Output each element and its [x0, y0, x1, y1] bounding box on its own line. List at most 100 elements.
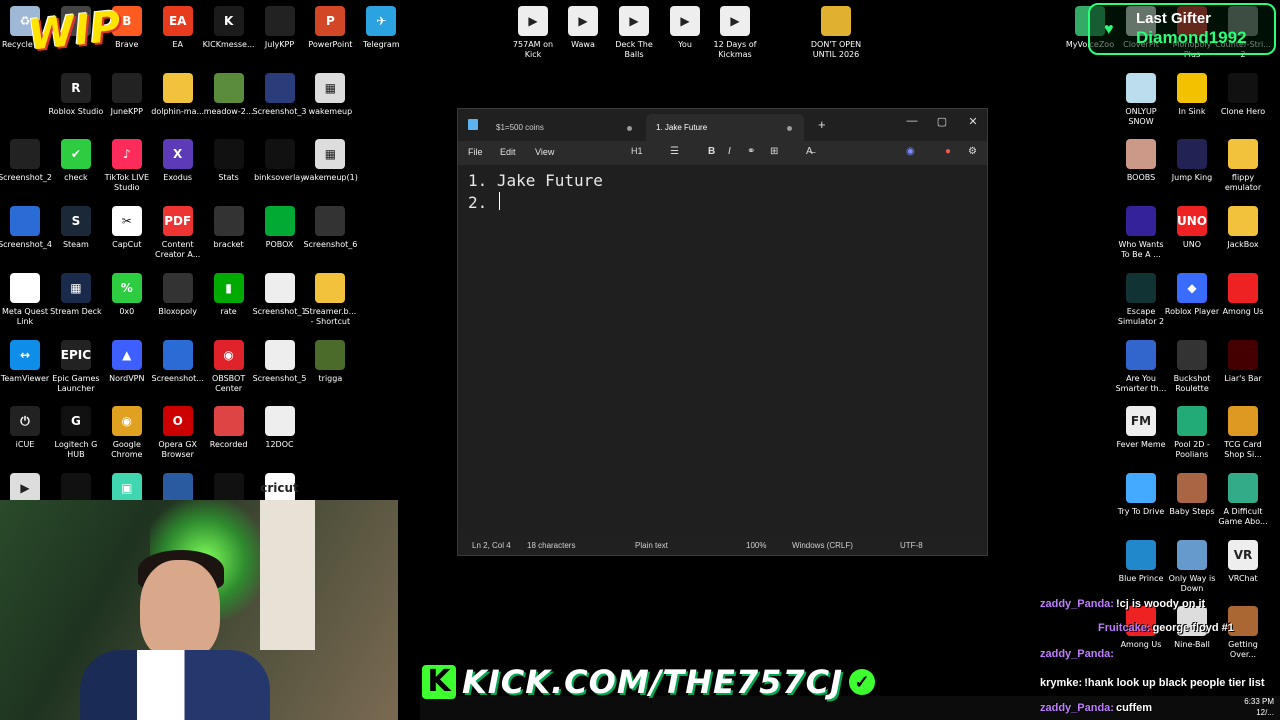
desktop-icon[interactable]: Only Way is Down	[1164, 539, 1220, 594]
desktop-icon[interactable]: ▦ wakemeup	[302, 72, 358, 117]
italic-icon[interactable]: I	[728, 146, 731, 157]
desktop-icon[interactable]: TCG Card Shop Si...	[1215, 406, 1271, 460]
desktop-icon[interactable]: POBOX	[252, 206, 308, 250]
desktop-icon[interactable]: ↔ TeamViewer	[0, 339, 53, 384]
desktop-icon[interactable]: ▶ 12 Days of Kickmas	[707, 6, 763, 60]
desktop-icon[interactable]: R Roblox Studio	[48, 72, 104, 117]
desktop-icon[interactable]: UNO UNO	[1164, 206, 1220, 250]
desktop-icon[interactable]: EPIC Epic Games Launcher	[48, 339, 104, 394]
desktop-icon[interactable]: Buckshot Roulette	[1164, 339, 1220, 394]
desktop-icon[interactable]: ▶ 757AM on Kick	[505, 6, 561, 60]
table-icon[interactable]: ⊞	[770, 146, 778, 157]
desktop-icon[interactable]: Are You Smarter th...	[1113, 339, 1169, 394]
desktop-icon[interactable]: Stats	[201, 139, 257, 183]
heading-dropdown[interactable]: H1	[631, 146, 643, 156]
desktop-icon[interactable]: Among Us	[1215, 272, 1271, 317]
desktop-icon[interactable]: ✈ Telegram	[353, 6, 409, 50]
desktop-icon[interactable]: Pool 2D - Poolians	[1164, 406, 1220, 460]
desktop-icon[interactable]: Bloxopoly	[150, 272, 206, 317]
desktop-icon[interactable]: ONLYUP SNOW	[1113, 72, 1169, 127]
desktop-icon[interactable]: O Opera GX Browser	[150, 406, 206, 460]
desktop-icon[interactable]: EA EA	[150, 6, 206, 50]
desktop-icon[interactable]: Screenshot...	[150, 339, 206, 384]
desktop-icon[interactable]: JackBox	[1215, 206, 1271, 250]
desktop-icon-label: Google Chrome	[111, 440, 143, 460]
desktop-icon[interactable]: Screenshot_2	[0, 139, 53, 183]
desktop-icon[interactable]: ♪ TikTok LIVE Studio	[99, 139, 155, 193]
desktop-icon[interactable]: P PowerPoint	[302, 6, 358, 50]
desktop-icon[interactable]: ▮ rate	[201, 272, 257, 317]
desktop-icon[interactable]: FM Fever Meme	[1113, 406, 1169, 450]
desktop-icon[interactable]: JuneKPP	[99, 72, 155, 117]
desktop-icon[interactable]: meadow-2...	[201, 72, 257, 117]
account-icon[interactable]: ●	[945, 146, 951, 157]
desktop-icon[interactable]: PDF Content Creator A...	[150, 206, 206, 260]
desktop-icon[interactable]: ▶ Deck The Balls	[606, 6, 662, 60]
desktop-icon[interactable]: BOOBS	[1113, 139, 1169, 183]
desktop-icon[interactable]: ▶ Wawa	[555, 6, 611, 50]
taskbar-clock[interactable]: 6:33 PM 12/...	[1244, 696, 1274, 718]
desktop-icon[interactable]: bracket	[201, 206, 257, 250]
clear-format-icon[interactable]: A̶	[806, 146, 813, 157]
desktop-icon[interactable]: Who Wants To Be A ...	[1113, 206, 1169, 260]
desktop-icon[interactable]: Clone Hero	[1215, 72, 1271, 117]
desktop-icon[interactable]: Escape Simulator 2	[1113, 272, 1169, 327]
desktop-icon[interactable]: Screenshot_1	[252, 272, 308, 317]
settings-gear-icon[interactable]: ⚙	[968, 146, 977, 157]
desktop-icon[interactable]: ◆ Roblox Player	[1164, 272, 1220, 317]
desktop-icon[interactable]: ✔ check	[48, 139, 104, 183]
desktop-icon[interactable]: 12DOC	[252, 406, 308, 450]
desktop-icon[interactable]: Meta Quest Link	[0, 272, 53, 327]
zoom-level[interactable]: 100%	[746, 541, 766, 550]
desktop-icon[interactable]: ▦ wakemeup(1)	[302, 139, 358, 183]
desktop-icon[interactable]: Liar's Bar	[1215, 339, 1271, 384]
menu-file[interactable]: File	[468, 147, 483, 157]
desktop-icon[interactable]: DON'T OPEN UNTIL 2026	[808, 6, 864, 60]
desktop-icon[interactable]: Screenshot_4	[0, 206, 53, 250]
desktop-icon[interactable]: trigga	[302, 339, 358, 384]
desktop-icon[interactable]: K KICKmesse...	[201, 6, 257, 50]
menu-view[interactable]: View	[535, 147, 554, 157]
desktop-icon[interactable]: ▲ NordVPN	[99, 339, 155, 384]
desktop-icon[interactable]: binksoverlay	[252, 139, 308, 183]
desktop-icon[interactable]: ▦ Stream Deck	[48, 272, 104, 317]
close-button[interactable]: ✕	[963, 115, 983, 128]
tab-coins[interactable]: $1=500 coins	[486, 114, 644, 141]
list-icon[interactable]: ☰	[670, 146, 679, 157]
desktop-icon[interactable]: In Sink	[1164, 72, 1220, 117]
encoding[interactable]: UTF-8	[900, 541, 923, 550]
link-icon[interactable]: ⚭	[747, 146, 755, 157]
desktop-icon[interactable]: X Exodus	[150, 139, 206, 183]
desktop-icon[interactable]: Screenshot_3	[252, 72, 308, 117]
desktop-icon[interactable]: G Logitech G HUB	[48, 406, 104, 460]
desktop-icon[interactable]: Jump King	[1164, 139, 1220, 183]
desktop-icon[interactable]: flippy emulator	[1215, 139, 1271, 193]
desktop-icon[interactable]: % 0x0	[99, 272, 155, 317]
text-editor[interactable]: 1. Jake Future 2.	[458, 165, 987, 535]
tab-jake-future[interactable]: 1. Jake Future	[646, 114, 804, 141]
minimize-button[interactable]: —	[902, 115, 922, 127]
desktop-icon[interactable]: Screenshot_6	[302, 206, 358, 250]
bold-icon[interactable]: B	[708, 146, 715, 157]
desktop-icon[interactable]: S Steam	[48, 206, 104, 250]
desktop-icon[interactable]: Baby Steps	[1164, 472, 1220, 517]
desktop-icon[interactable]: ◉ OBSBOT Center	[201, 339, 257, 394]
desktop-icon[interactable]: dolphin-ma...	[150, 72, 206, 117]
desktop-icon[interactable]: Blue Prince	[1113, 539, 1169, 584]
desktop-icon[interactable]: Recorded	[201, 406, 257, 450]
copilot-icon[interactable]: ◉	[906, 146, 915, 157]
new-tab-button[interactable]: +	[818, 117, 826, 132]
desktop-icon[interactable]: A Difficult Game Abo...	[1215, 472, 1271, 527]
desktop-icon[interactable]: JulyKPP	[252, 6, 308, 50]
desktop-icon[interactable]: Try To Drive	[1113, 472, 1169, 517]
desktop-icon[interactable]: ▶ You	[657, 6, 713, 50]
desktop-icon[interactable]: VR VRChat	[1215, 539, 1271, 584]
line-ending[interactable]: Windows (CRLF)	[792, 541, 853, 550]
desktop-icon[interactable]: Screenshot_5	[252, 339, 308, 384]
desktop-icon[interactable]: ⏻ iCUE	[0, 406, 53, 450]
desktop-icon[interactable]: Streamer.b... - Shortcut	[302, 272, 358, 327]
maximize-button[interactable]: ▢	[932, 115, 952, 128]
desktop-icon[interactable]: ◉ Google Chrome	[99, 406, 155, 460]
menu-edit[interactable]: Edit	[500, 147, 516, 157]
desktop-icon[interactable]: ✂ CapCut	[99, 206, 155, 250]
